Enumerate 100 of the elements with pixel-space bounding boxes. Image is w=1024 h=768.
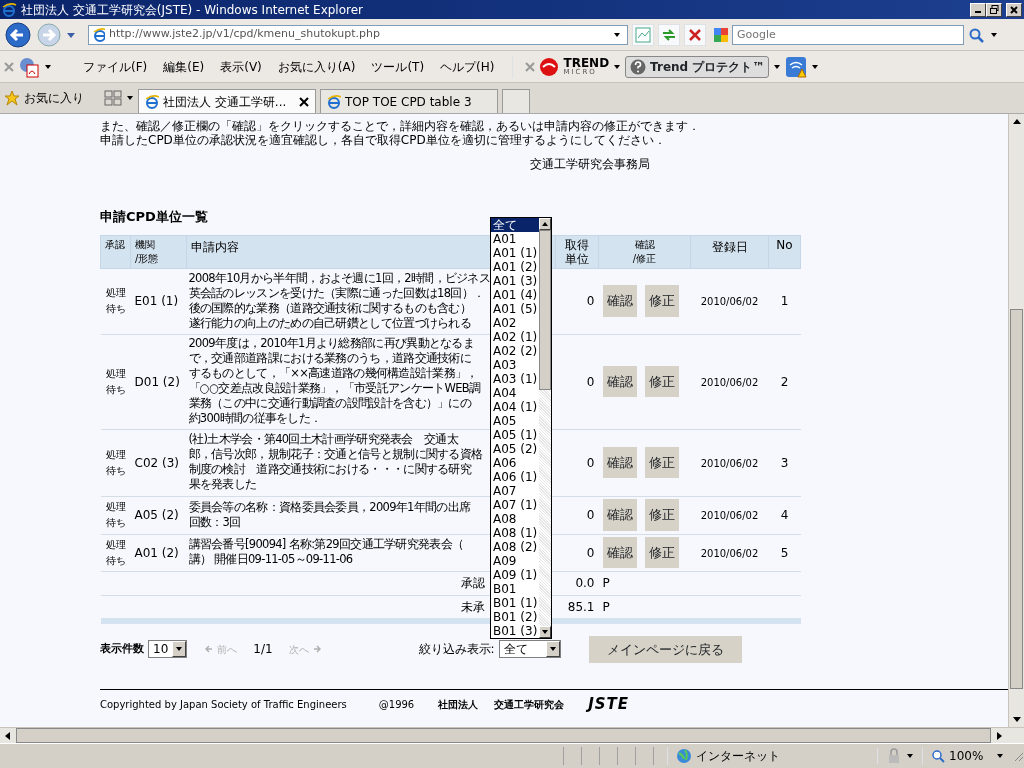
edit-button[interactable]: 修正 [644, 536, 679, 569]
menu-item[interactable]: ツール(T) [365, 55, 431, 78]
confirm-button[interactable]: 確認 [602, 536, 637, 569]
status-text: 処理 待ち [105, 366, 126, 397]
dropdown-option[interactable]: B01 [491, 582, 540, 596]
dropdown-option[interactable]: A07 (1) [491, 498, 540, 512]
units-text: 0 [586, 374, 595, 389]
browser-tab[interactable]: 社団法人 交通工学研... [138, 89, 316, 113]
summary-label: 承認 [460, 576, 485, 590]
scroll-up-icon [542, 221, 549, 227]
dropdown-icon[interactable] [613, 30, 623, 39]
dropdown-option[interactable]: A01 (2) [491, 260, 540, 274]
wireless-warning-icon[interactable] [785, 55, 808, 78]
units-text: 0 [586, 294, 595, 308]
dropdown-icon[interactable] [906, 751, 914, 760]
dropdown-option[interactable]: B01 (3) [491, 624, 540, 638]
search-icon[interactable] [968, 26, 986, 43]
confirm-button[interactable]: 確認 [602, 285, 637, 317]
dropdown-icon[interactable] [990, 30, 998, 39]
horizontal-scrollbar[interactable] [0, 727, 1024, 743]
dropdown-option[interactable]: A03 [491, 358, 540, 372]
right-arrow-icon [312, 645, 321, 654]
column-header: No [776, 237, 793, 252]
menu-item[interactable]: 表示(V) [214, 55, 268, 78]
browser-tab[interactable]: TOP TOE CPD table 3 [320, 89, 498, 113]
edit-button[interactable]: 修正 [644, 365, 679, 398]
dropdown-option[interactable]: A04 [491, 386, 540, 400]
confirm-button[interactable]: 確認 [602, 446, 637, 479]
back-button[interactable]: メインページに戻る [588, 635, 742, 663]
dropdown-list[interactable]: 全て A01 A01 (1) A01 (2) A01 (3) A01 (4) A01 (5) A02 A02 (1) A02 (2) A03 A03 (1) A04 A04 (1) A05 A05 (1) A05 (2) A06 A06 (1) A07 A07 (1) A08 A08 (1) A08 (2) A09 A09 (1) B01 B01 (1) B01 (2) B01 (3) [490, 217, 552, 639]
toolbar-button[interactable] [658, 23, 680, 46]
edit-button[interactable]: 修正 [644, 499, 679, 531]
dropdown-icon[interactable] [773, 62, 782, 71]
restore-button[interactable] [986, 2, 1002, 17]
dropdown-option[interactable]: A07 [491, 484, 540, 498]
dropdown-option[interactable]: A02 [491, 316, 540, 330]
edit-button[interactable]: 修正 [644, 285, 679, 317]
dropdown-icon[interactable] [811, 62, 820, 71]
dropdown-option[interactable]: A01 (5) [491, 302, 540, 316]
per-page-select[interactable]: 10 [148, 640, 188, 659]
code-text: C02 (3) [134, 455, 179, 470]
close-icon[interactable] [299, 96, 309, 107]
summary-unit: P [602, 576, 610, 590]
status-text: 処理 待ち [105, 447, 126, 478]
dropdown-scrollbar[interactable] [539, 218, 552, 638]
dropdown-option[interactable]: A08 (2) [491, 540, 540, 554]
scrollbar-thumb[interactable] [1010, 309, 1023, 689]
page-icon [93, 27, 105, 42]
edit-button[interactable]: 修正 [644, 446, 679, 479]
dropdown-icon[interactable] [126, 94, 134, 102]
window-title: 社団法人 交通工学研究会(JSTE) - Windows Internet Explorer [21, 1, 364, 19]
dropdown-icon[interactable] [613, 62, 622, 71]
scroll-down-icon [542, 629, 549, 635]
dropdown-option[interactable]: B01 (2) [491, 610, 540, 624]
dropdown-option[interactable]: A06 [491, 456, 540, 470]
column-header: 取得 単位 [565, 237, 589, 266]
dropdown-option[interactable]: A02 (1) [491, 330, 540, 344]
dropdown-option[interactable]: A05 [491, 414, 540, 428]
address-field[interactable]: http://www.jste2.jp/v1/cpd/kmenu_shutokupt.php [88, 24, 628, 45]
dropdown-icon[interactable] [44, 62, 52, 71]
dropdown-option[interactable]: A01 (3) [491, 274, 540, 288]
dropdown-option[interactable]: 全て [491, 218, 540, 232]
confirm-button[interactable]: 確認 [602, 365, 637, 398]
dropdown-option[interactable]: A09 (1) [491, 568, 540, 582]
row-number: 3 [780, 455, 789, 470]
menu-item[interactable]: お気に入り(A) [271, 55, 362, 78]
search-field[interactable]: Google [732, 24, 964, 45]
summary-value: 85.1 [567, 599, 595, 614]
confirm-button[interactable]: 確認 [602, 499, 637, 531]
dropdown-option[interactable]: B01 (1) [491, 596, 540, 610]
dropdown-option[interactable]: A09 [491, 554, 540, 568]
favorites-button[interactable]: お気に入り [4, 89, 84, 107]
zoom-button[interactable]: 100% [922, 746, 1012, 765]
jste-logo: JSTE [588, 694, 630, 715]
row-number: 1 [780, 294, 789, 308]
dropdown-option[interactable]: A01 [491, 232, 540, 246]
vertical-scrollbar[interactable] [1008, 114, 1024, 727]
column-header: 登録日 [711, 238, 748, 256]
dropdown-option[interactable]: A01 (4) [491, 288, 540, 302]
menu-item[interactable]: ヘルプ(H) [434, 55, 501, 78]
dropdown-option[interactable]: A02 (2) [491, 344, 540, 358]
toolbar-button[interactable] [684, 23, 706, 46]
menu-item[interactable]: 編集(E) [157, 55, 211, 78]
dropdown-option[interactable]: A06 (1) [491, 470, 540, 484]
menu-item[interactable]: ファイル(F) [77, 55, 154, 78]
dropdown-option[interactable]: A08 [491, 512, 540, 526]
dropdown-option[interactable]: A03 (1) [491, 372, 540, 386]
dropdown-option[interactable]: A05 (1) [491, 428, 540, 442]
summary-label: 未承 [460, 599, 485, 614]
org-type-text: 社団法人 [438, 697, 479, 712]
code-text: E01 (1) [134, 294, 179, 308]
close-button[interactable] [1006, 2, 1022, 17]
dropdown-option[interactable]: A08 (1) [491, 526, 540, 540]
filter-select[interactable]: 全て [498, 640, 561, 659]
minimize-button[interactable] [970, 2, 986, 17]
dropdown-option[interactable]: A04 (1) [491, 400, 540, 414]
dropdown-option[interactable]: A01 (1) [491, 246, 540, 260]
dropdown-option[interactable]: A05 (2) [491, 442, 540, 456]
back-icon[interactable] [4, 20, 32, 49]
protect-button[interactable]: Trend プロテクト™ [625, 55, 770, 78]
